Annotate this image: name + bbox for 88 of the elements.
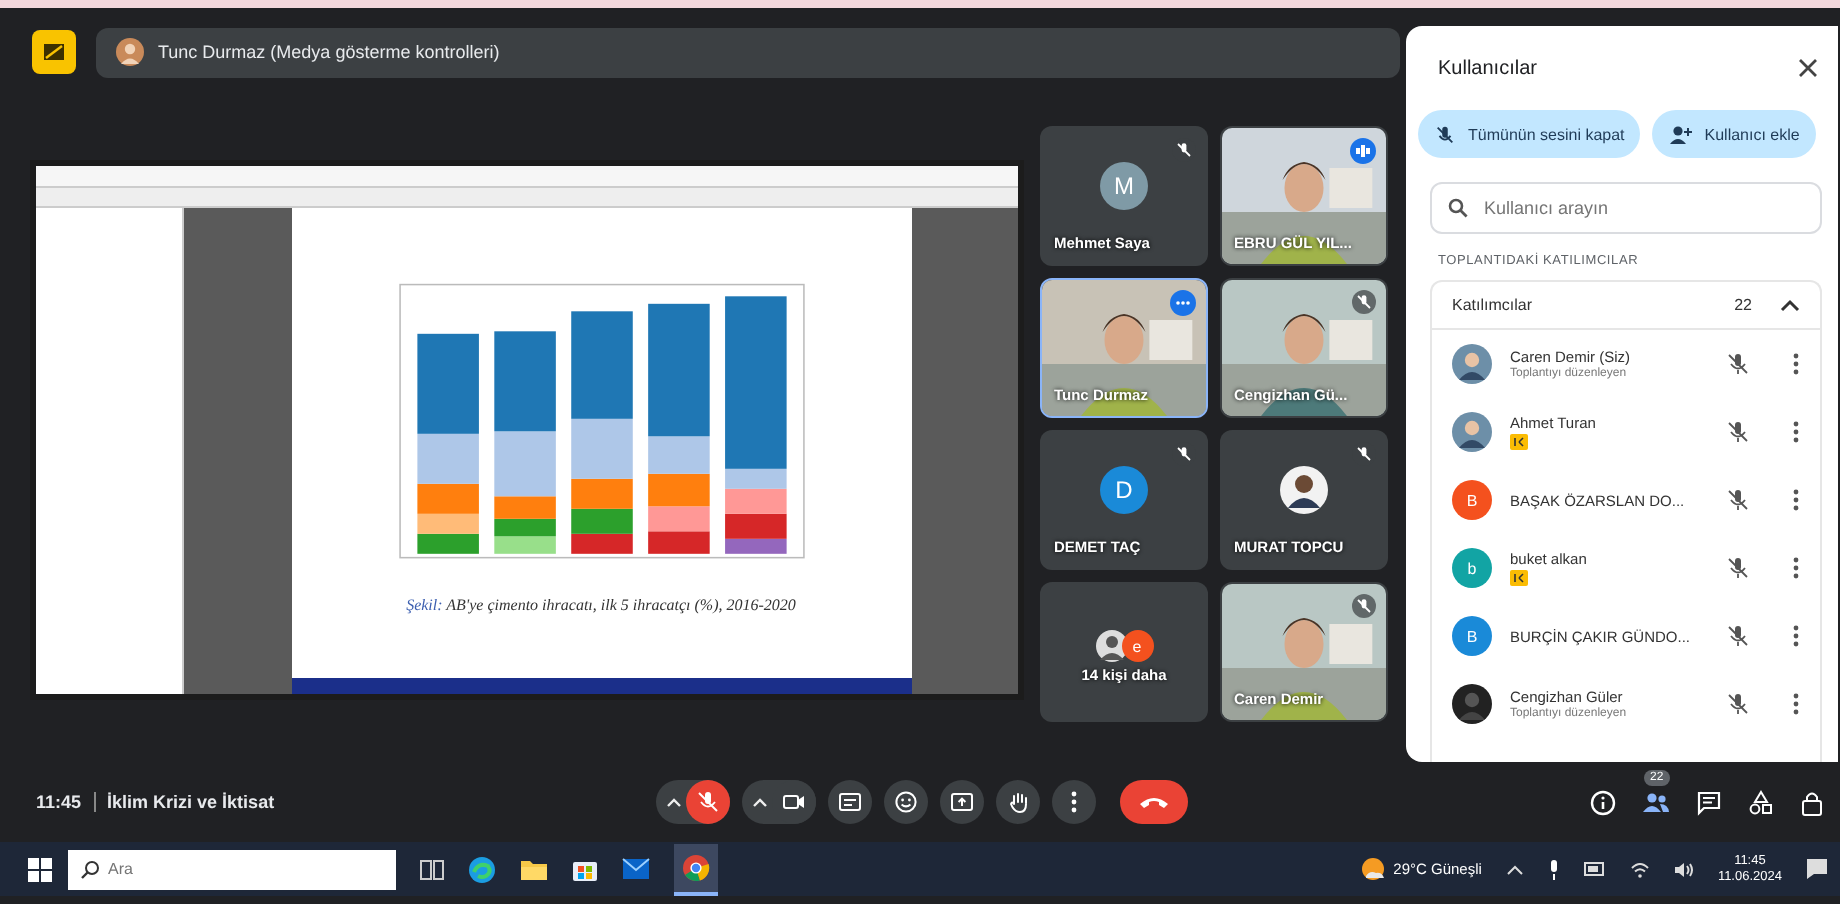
bar-segment bbox=[647, 473, 709, 507]
bar-segment bbox=[647, 531, 709, 554]
wifi-icon[interactable] bbox=[1629, 861, 1650, 877]
caret-icon bbox=[666, 796, 682, 808]
captions-button[interactable] bbox=[828, 780, 872, 824]
folder-icon[interactable] bbox=[520, 857, 548, 881]
mic-off-icon[interactable] bbox=[1726, 352, 1750, 376]
more-icon[interactable] bbox=[1792, 488, 1800, 512]
participants-group-header[interactable]: Katılımcılar 22 bbox=[1432, 282, 1820, 330]
store-icon[interactable] bbox=[572, 856, 598, 882]
raise-hand-button[interactable] bbox=[996, 780, 1040, 824]
avatar-icon bbox=[1452, 684, 1492, 724]
lock-icon[interactable] bbox=[1800, 789, 1824, 815]
avatar-icon bbox=[1095, 630, 1127, 662]
avatar: B bbox=[1452, 616, 1492, 656]
presentation-icon[interactable] bbox=[32, 30, 76, 74]
chat-icon[interactable] bbox=[1696, 789, 1722, 815]
figure-caption: AB'ye çimento ihracatı, ilk 5 ihracatçı (%), 2016-2020 bbox=[446, 596, 796, 614]
bar-segment bbox=[416, 533, 478, 554]
bar-segment bbox=[570, 533, 632, 554]
avatar: B bbox=[1452, 480, 1492, 520]
notification-icon[interactable] bbox=[1806, 858, 1828, 880]
more-icon[interactable] bbox=[1792, 556, 1800, 580]
bar-segment bbox=[724, 488, 786, 514]
avatar: D bbox=[1100, 466, 1148, 514]
present-button[interactable] bbox=[940, 780, 984, 824]
bar-segment bbox=[570, 508, 632, 534]
search-icon bbox=[1448, 198, 1468, 218]
microphone-icon[interactable] bbox=[1547, 859, 1560, 879]
more-icon[interactable] bbox=[1792, 420, 1800, 444]
mic-off-icon[interactable] bbox=[1726, 488, 1750, 512]
bar-segment bbox=[493, 536, 555, 554]
presenter-label: Tunc Durmaz (Medya gösterme kontrolleri) bbox=[158, 42, 500, 62]
more-icon[interactable] bbox=[1792, 624, 1800, 648]
leave-call-button[interactable] bbox=[1120, 780, 1188, 824]
hand-icon bbox=[1007, 790, 1029, 814]
close-icon bbox=[1798, 58, 1818, 78]
battery-icon[interactable] bbox=[1583, 862, 1606, 876]
search-field[interactable]: Kullanıcı arayın bbox=[1430, 182, 1822, 234]
activities-icon[interactable] bbox=[1748, 789, 1774, 815]
mic-off-icon bbox=[696, 790, 720, 814]
camera-button[interactable] bbox=[742, 780, 816, 824]
phone-icon bbox=[1138, 794, 1170, 810]
close-button[interactable] bbox=[1794, 54, 1822, 82]
caret-icon bbox=[752, 796, 768, 808]
camera-icon bbox=[782, 792, 806, 812]
mute-all-button[interactable]: Tümünün sesini kapat bbox=[1418, 110, 1641, 158]
figure-label: Şekil: bbox=[406, 596, 443, 614]
avatar-icon bbox=[1280, 466, 1328, 514]
weather-icon[interactable] bbox=[1359, 856, 1386, 882]
info-icon[interactable] bbox=[1590, 789, 1616, 815]
add-user-button[interactable]: Kullanıcı ekle bbox=[1652, 110, 1816, 158]
mic-off-icon[interactable] bbox=[1726, 420, 1750, 444]
present-icon bbox=[950, 792, 974, 812]
meeting-time: 11:45 bbox=[36, 792, 82, 812]
more-icon bbox=[1070, 790, 1078, 814]
bar-segment bbox=[647, 506, 709, 532]
people-icon bbox=[1642, 791, 1670, 813]
microphone-button[interactable] bbox=[656, 780, 730, 824]
start-icon[interactable] bbox=[28, 857, 52, 881]
more-icon[interactable] bbox=[1792, 352, 1800, 376]
speaker-icon[interactable] bbox=[1673, 861, 1694, 877]
task-view-icon[interactable] bbox=[420, 859, 444, 879]
mic-off-icon[interactable] bbox=[1726, 624, 1750, 648]
avatar-icon bbox=[116, 38, 144, 66]
panel-title: Kullanıcılar bbox=[1438, 57, 1537, 79]
captions-icon bbox=[838, 792, 862, 812]
mic-off-icon[interactable] bbox=[1726, 692, 1750, 716]
avatar: M bbox=[1100, 162, 1148, 210]
add-person-icon bbox=[1668, 123, 1693, 145]
search-icon bbox=[80, 859, 100, 879]
mic-off-icon[interactable] bbox=[1726, 556, 1750, 580]
more-icon[interactable] bbox=[1792, 692, 1800, 716]
mail-icon[interactable] bbox=[622, 858, 650, 880]
emoji-button[interactable] bbox=[884, 780, 928, 824]
presenter-banner[interactable]: Tunc Durmaz (Medya gösterme kontrolleri) bbox=[96, 27, 1400, 77]
emoji-icon bbox=[894, 790, 918, 814]
browser-icon[interactable] bbox=[468, 855, 496, 883]
meeting-title: İklim Krizi ve İktisat bbox=[107, 792, 275, 812]
chrome-icon[interactable] bbox=[682, 853, 710, 881]
avatar: b bbox=[1452, 548, 1492, 588]
avatar-icon bbox=[1452, 344, 1492, 384]
mic-off-icon bbox=[1434, 123, 1456, 145]
chevron-up-icon[interactable] bbox=[1505, 863, 1524, 875]
more-options-button[interactable] bbox=[1052, 780, 1096, 824]
avatar: e bbox=[1121, 630, 1153, 662]
search-field[interactable]: Ara bbox=[68, 849, 396, 889]
avatar-icon bbox=[1452, 412, 1492, 452]
